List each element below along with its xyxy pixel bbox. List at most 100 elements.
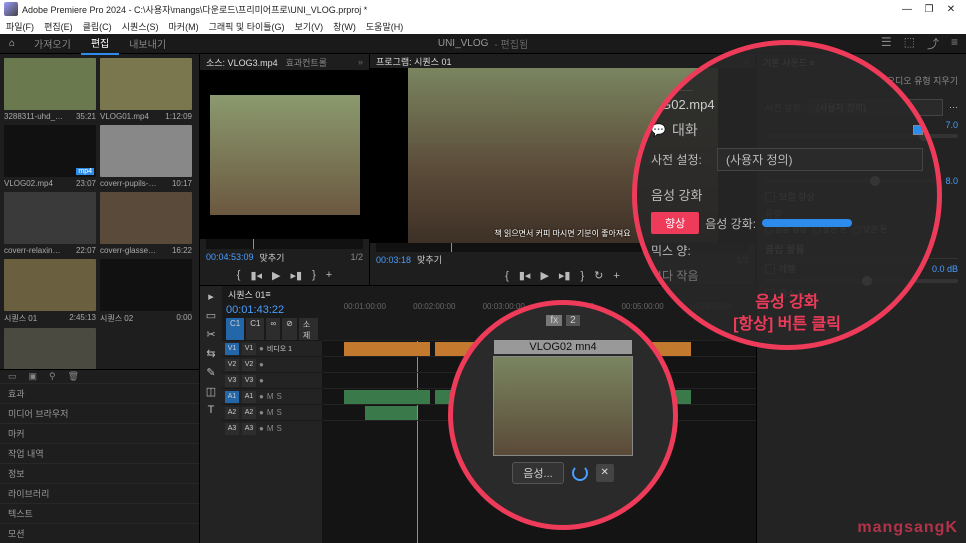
ws-tab-edit[interactable]: 편집 (81, 32, 119, 55)
loop-button[interactable]: ↻ (594, 269, 603, 282)
progress-pill: 음성... (512, 462, 563, 484)
window-min-button[interactable]: — (896, 4, 918, 15)
clip-segment[interactable] (365, 406, 417, 420)
preset-menu-icon[interactable]: ⋯ (949, 102, 958, 113)
find-icon[interactable]: ⚲ (45, 370, 60, 383)
project-clip[interactable]: VLOG01.mp41:12:09 (100, 58, 192, 121)
program-timecode[interactable]: 00:03:18 (376, 255, 411, 265)
panel-row[interactable]: 미디어 브라우저 (0, 403, 199, 423)
menu-file[interactable]: 파일(F) (6, 20, 34, 33)
source-resolution[interactable]: 1/2 (350, 252, 363, 262)
app-icon (4, 2, 18, 16)
mark-out-button[interactable]: } (580, 270, 584, 282)
panel-row[interactable]: 마커 (0, 423, 199, 443)
mark-in-button[interactable]: { (237, 269, 241, 281)
annotation-callout-main: 편집 OG02.mp4 💬 대화 사전 설정: (사용자 정의) 음성 강화 향… (632, 40, 942, 350)
panel-row[interactable]: 효과 (0, 383, 199, 403)
enhance-toggle[interactable] (762, 219, 852, 227)
track-select-tool[interactable]: ▭ (206, 309, 216, 322)
full-screen-icon[interactable]: ⬚ (904, 35, 915, 52)
source-fit[interactable]: 맞추기 (260, 251, 285, 264)
menu-bar: 파일(F) 편집(E) 클립(C) 시퀀스(S) 마커(M) 그래픽 및 타이틀… (0, 18, 966, 34)
play-button[interactable]: ▶ (540, 269, 548, 282)
clip-thumbnail[interactable]: VLOG02 mn4 (493, 356, 633, 456)
panel-row[interactable]: 작업 내역 (0, 443, 199, 463)
cal-filename: OG02.mp4 (651, 97, 923, 112)
type-tool[interactable]: T (208, 404, 215, 416)
step-back-button[interactable]: ▮◂ (250, 269, 262, 282)
cal-preset-dropdown[interactable]: (사용자 정의) (717, 148, 923, 171)
dialog-label: 대화 (672, 120, 698, 140)
audio-track-header[interactable]: A3A3●MS (222, 420, 322, 436)
sequence-tab[interactable]: 시퀀스 01 (228, 288, 265, 301)
window-close-button[interactable]: ✕ (940, 4, 962, 15)
project-clip[interactable]: coverr-pupils-walking-...10:17 (100, 125, 192, 188)
video-track-header[interactable]: V2V2● (222, 356, 322, 372)
menu-clip[interactable]: 클립(C) (83, 20, 112, 33)
mark-in-button[interactable]: { (505, 270, 509, 282)
panel-row[interactable]: 모션 (0, 523, 199, 543)
source-tab[interactable]: 소스: VLOG3.mp4 (206, 56, 278, 69)
menu-marker[interactable]: 마커(M) (169, 20, 199, 33)
new-item-icon[interactable]: ▣ (25, 370, 42, 383)
panel-row[interactable]: 정보 (0, 463, 199, 483)
step-fwd-button[interactable]: ▸▮ (559, 269, 571, 282)
hand-tool[interactable]: ◫ (206, 385, 216, 398)
panel-menu-icon[interactable]: » (358, 57, 363, 67)
quick-export-icon[interactable]: ☰ (881, 35, 892, 52)
mark-out-button[interactable]: } (312, 269, 316, 281)
audio-track-header[interactable]: A1A1●MS (222, 388, 322, 404)
insert-button[interactable]: + (326, 269, 332, 281)
panel-row[interactable]: 텍스트 (0, 503, 199, 523)
menu-gfx[interactable]: 그래픽 및 타이틀(G) (209, 20, 285, 33)
project-clip[interactable]: coverr-relaxing-beach-...22:07 (4, 192, 96, 255)
project-clip[interactable]: coverr-glasses-and-no...16:22 (100, 192, 192, 255)
home-button[interactable]: ⌂ (0, 38, 24, 49)
audio-track-header[interactable]: A2A2●MS (222, 404, 322, 420)
new-bin-icon[interactable]: ▭ (4, 370, 21, 383)
cancel-button[interactable]: ✕ (596, 464, 614, 482)
share-icon[interactable]: ⤴ (927, 35, 939, 52)
project-clip[interactable]: mp4 VLOG02.mp423:07 (4, 125, 96, 188)
source-timecode[interactable]: 00:04:53:09 (206, 252, 254, 262)
project-clip[interactable]: 3288311-uhd_2560...35:21 (4, 58, 96, 121)
project-clip[interactable]: VLOG03.mp418:12 (4, 328, 96, 369)
workspace-menu-icon[interactable]: ≡ (951, 35, 958, 52)
project-clip[interactable]: 시퀀스 020:00 (100, 259, 192, 324)
source-scrubber[interactable] (206, 239, 363, 249)
window-max-button[interactable]: ❐ (918, 4, 940, 15)
play-button[interactable]: ▶ (272, 269, 280, 282)
menu-view[interactable]: 보기(V) (295, 20, 324, 33)
video-track-header[interactable]: V3V3● (222, 372, 322, 388)
dialog-checkbox[interactable] (913, 125, 923, 135)
cal-preset-label: 사전 설정: (651, 151, 711, 168)
enhance-switch-label: 음성 강화: (705, 215, 756, 232)
enhance-button[interactable]: 향상 (651, 212, 699, 234)
ruler-tick: 00:02:00:00 (413, 302, 455, 311)
panel-row[interactable]: 라이브러리 (0, 483, 199, 503)
menu-window[interactable]: 창(W) (333, 20, 356, 33)
step-back-button[interactable]: ▮◂ (519, 269, 531, 282)
effect-controls-tab[interactable]: 효과컨트롤 (286, 56, 327, 69)
timeline-timecode[interactable]: 00:01:43:22 (226, 304, 284, 316)
step-fwd-button[interactable]: ▸▮ (291, 269, 303, 282)
clear-audio-type[interactable]: 오디오 유형 지우기 (887, 74, 958, 87)
clip-segment[interactable] (344, 390, 431, 404)
razor-tool[interactable]: ✂ (206, 328, 215, 341)
trash-icon[interactable]: 🗑 (64, 370, 83, 383)
slip-tool[interactable]: ⇆ (206, 347, 215, 360)
ws-tab-import[interactable]: 가져오기 (24, 33, 81, 54)
program-tab[interactable]: 프로그램: 시퀀스 01 (376, 55, 451, 68)
video-track-header[interactable]: V1V1●비디오 1 (222, 340, 322, 356)
menu-help[interactable]: 도움말(H) (366, 20, 403, 33)
ws-tab-export[interactable]: 내보내기 (119, 33, 176, 54)
source-monitor[interactable] (200, 70, 369, 239)
selection-tool[interactable]: ▸ (208, 290, 214, 303)
pen-tool[interactable]: ✎ (206, 366, 215, 379)
menu-edit[interactable]: 편집(E) (44, 20, 73, 33)
project-clip[interactable]: 시퀀스 012:45:13 (4, 259, 96, 324)
clip-segment[interactable] (344, 342, 431, 356)
program-fit[interactable]: 맞추기 (417, 253, 442, 266)
export-frame-button[interactable]: + (613, 270, 619, 282)
menu-seq[interactable]: 시퀀스(S) (122, 20, 159, 33)
